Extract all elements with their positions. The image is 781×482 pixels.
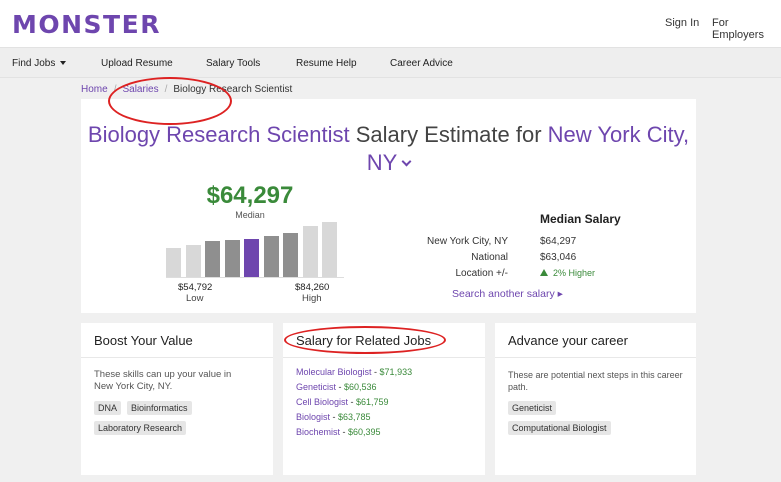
title-job: Biology Research Scientist <box>87 122 350 147</box>
related-job-name: Geneticist <box>296 382 337 392</box>
related-job-salary: $61,759 <box>356 397 389 407</box>
title-mid: Salary Estimate for <box>349 122 548 147</box>
nav-resume-help[interactable]: Resume Help <box>296 58 357 69</box>
boost-text-line2: New York City, NY. <box>94 381 173 392</box>
related-job-item[interactable]: Molecular Biologist - $71,933 <box>296 367 412 377</box>
nav-find-jobs-label: Find Jobs <box>12 58 56 69</box>
breadcrumb-home[interactable]: Home <box>81 84 108 95</box>
advance-career-card: Advance your career These are potential … <box>495 323 696 475</box>
row-location-value: $64,297 <box>540 236 577 247</box>
top-header: MONSTER Sign In For Employers <box>0 0 781 47</box>
histogram-bar <box>205 241 220 277</box>
related-job-item[interactable]: Cell Biologist - $61,759 <box>296 397 389 407</box>
related-job-salary: $71,933 <box>379 367 413 377</box>
row-diff-value-wrap: 2% Higher <box>540 268 595 278</box>
median-salary-heading: Median Salary <box>540 212 621 226</box>
row-national-value: $63,046 <box>540 252 577 263</box>
related-job-item[interactable]: Biologist - $63,785 <box>296 412 371 422</box>
histogram-bar <box>322 222 337 277</box>
skill-tag[interactable]: DNA <box>94 401 122 415</box>
nav-career-advice[interactable]: Career Advice <box>390 58 453 69</box>
related-job-item[interactable]: Biochemist - $60,395 <box>296 427 381 437</box>
advance-text-line1: These are potential next steps in this c… <box>508 370 683 380</box>
histogram-bar <box>166 248 181 277</box>
related-job-salary: $60,536 <box>344 382 377 392</box>
related-job-item[interactable]: Geneticist - $60,536 <box>296 382 377 392</box>
main-nav: Find Jobs Upload Resume Salary Tools Res… <box>0 47 781 78</box>
high-label: High <box>302 293 322 304</box>
nav-salary-tools[interactable]: Salary Tools <box>206 58 260 69</box>
advance-text-line2: path. <box>508 382 529 392</box>
salary-histogram <box>166 219 346 277</box>
row-diff-label: Location +/- <box>455 268 508 279</box>
histogram-bar <box>224 240 240 277</box>
nav-find-jobs[interactable]: Find Jobs <box>12 58 67 69</box>
low-label: Low <box>186 293 204 304</box>
career-tag[interactable]: Computational Biologist <box>508 421 611 435</box>
histogram-bar <box>244 239 259 277</box>
related-job-name: Cell Biologist <box>296 397 349 407</box>
median-salary-value: $64,297 <box>206 182 294 209</box>
advance-title: Advance your career <box>508 333 628 348</box>
for-employers-link[interactable]: For Employers <box>712 17 781 41</box>
histogram-baseline <box>166 277 344 278</box>
boost-value-card: Boost Your Value These skills can up you… <box>81 323 273 475</box>
row-diff-value: 2% Higher <box>553 268 596 278</box>
histogram-bar <box>302 226 318 277</box>
page-title: Biology Research Scientist Salary Estima… <box>81 121 696 177</box>
career-tag[interactable]: Geneticist <box>508 401 557 415</box>
skill-tag[interactable]: Laboratory Research <box>94 421 187 435</box>
row-national-label: National <box>471 252 508 263</box>
nav-upload-resume[interactable]: Upload Resume <box>101 58 173 69</box>
divider <box>81 357 273 358</box>
up-arrow-icon <box>540 269 548 276</box>
search-another-salary-link[interactable]: Search another salary ▸ <box>452 288 563 300</box>
divider <box>283 357 485 358</box>
related-job-name: Molecular Biologist <box>296 367 372 377</box>
chevron-down-icon <box>401 156 412 167</box>
related-highlight-circle <box>284 326 446 354</box>
histogram-bar <box>185 245 201 277</box>
related-job-salary: $60,395 <box>348 427 381 437</box>
row-location-label: New York City, NY <box>427 236 508 247</box>
advance-description: These are potential next steps in this c… <box>508 369 683 393</box>
boost-text-line1: These skills can up your value in <box>94 369 232 380</box>
related-job-name: Biochemist <box>296 427 341 437</box>
high-salary-value: $84,260 <box>295 282 330 293</box>
histogram-bar <box>283 233 298 277</box>
caret-down-icon <box>60 61 67 66</box>
divider <box>495 357 696 358</box>
boost-description: These skills can up your value in New Yor… <box>94 369 231 393</box>
sign-in-link[interactable]: Sign In <box>665 17 699 29</box>
histogram-bar <box>263 236 279 277</box>
boost-title: Boost Your Value <box>94 333 193 348</box>
monster-logo[interactable]: MONSTER <box>12 10 161 39</box>
related-job-salary: $63,785 <box>338 412 371 422</box>
skill-tag[interactable]: Bioinformatics <box>127 401 192 415</box>
low-salary-value: $54,792 <box>178 282 213 293</box>
salary-estimate-card: Biology Research Scientist Salary Estima… <box>81 99 696 313</box>
related-job-name: Biologist <box>296 412 331 422</box>
median-highlight-circle <box>108 77 232 125</box>
